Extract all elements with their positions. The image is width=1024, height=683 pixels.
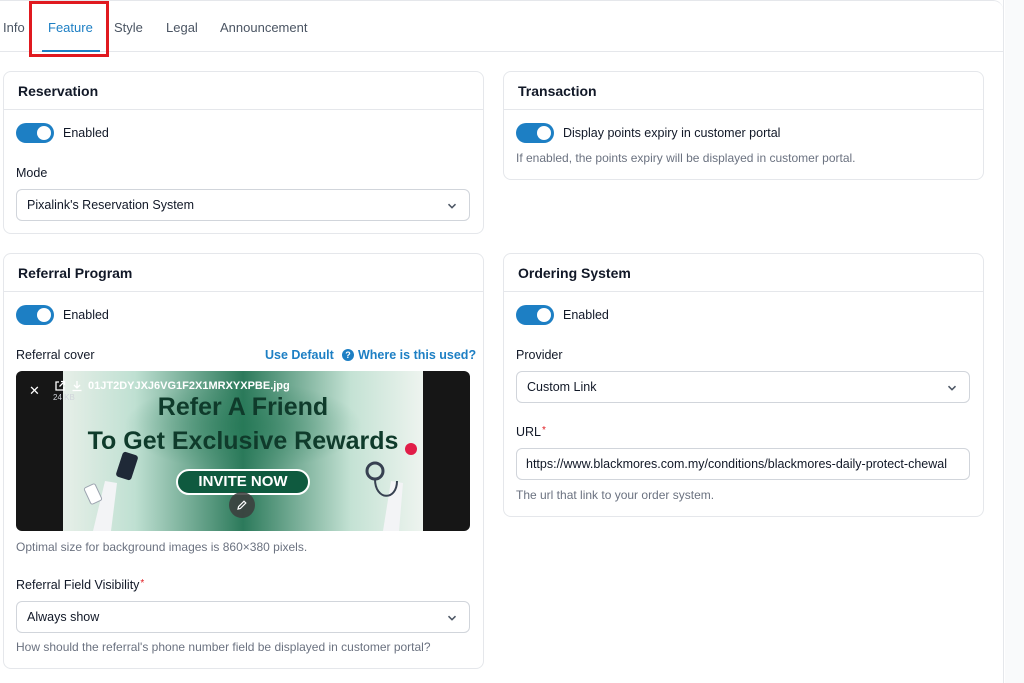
file-name: 01JT2DYJXJ6VG1F2X1MRXYXPBE.jpg [88, 380, 290, 392]
svg-text:?: ? [345, 350, 351, 360]
help-circle-icon[interactable]: ? [342, 349, 354, 361]
scroll-gutter [1005, 0, 1024, 683]
referral-toggle-row: Enabled [16, 305, 109, 325]
active-tab-indicator [42, 50, 100, 52]
toggle-knob [37, 308, 51, 322]
pencil-icon [237, 500, 247, 510]
referral-enabled-toggle[interactable] [16, 305, 54, 325]
points-expiry-help: If enabled, the points expiry will be di… [516, 151, 856, 165]
tab-info[interactable]: Info [3, 20, 25, 35]
settings-tabs: Info Feature Style Legal Announcement [0, 0, 1003, 52]
transaction-toggle-row: Display points expiry in customer portal [516, 123, 780, 143]
toggle-knob [537, 126, 551, 140]
referral-cover-preview: Refer A Friend To Get Exclusive Rewards … [16, 371, 470, 531]
transaction-card-title: Transaction [504, 72, 983, 110]
banner-headline-1: Refer A Friend [157, 393, 329, 421]
tab-announcement[interactable]: Announcement [220, 20, 307, 35]
toggle-knob [537, 308, 551, 322]
reservation-toggle-label: Enabled [63, 126, 109, 140]
use-default-link[interactable]: Use Default [265, 348, 334, 362]
ordering-enabled-toggle[interactable] [516, 305, 554, 325]
reservation-enabled-toggle[interactable] [16, 123, 54, 143]
reservation-mode-value: Pixalink's Reservation System [27, 198, 195, 212]
referral-card-title: Referral Program [4, 254, 483, 292]
url-label: URL* [516, 425, 546, 439]
referral-cover-label: Referral cover [16, 348, 95, 362]
file-size: 24 KB [53, 393, 75, 402]
chevron-down-icon [447, 615, 457, 621]
ordering-toggle-label: Enabled [563, 308, 609, 322]
chevron-down-icon [947, 385, 957, 391]
download-icon[interactable] [71, 380, 83, 392]
tab-feature[interactable]: Feature [48, 20, 93, 35]
referral-visibility-label: Referral Field Visibility* [16, 578, 144, 592]
referral-toggle-label: Enabled [63, 308, 109, 322]
where-used-link[interactable]: Where is this used? [358, 348, 476, 362]
provider-label: Provider [516, 348, 563, 362]
points-expiry-toggle[interactable] [516, 123, 554, 143]
reservation-toggle-row: Enabled [16, 123, 109, 143]
required-asterisk: * [140, 578, 145, 589]
reservation-card-title: Reservation [4, 72, 483, 110]
tab-style[interactable]: Style [114, 20, 143, 35]
ordering-toggle-row: Enabled [516, 305, 609, 325]
points-expiry-toggle-label: Display points expiry in customer portal [563, 126, 781, 140]
tab-legal[interactable]: Legal [166, 20, 198, 35]
cover-size-help: Optimal size for background images is 86… [16, 540, 308, 554]
ordering-card-title: Ordering System [504, 254, 983, 292]
open-external-icon[interactable] [54, 380, 66, 392]
remove-file-button[interactable]: ✕ [29, 383, 40, 399]
provider-select[interactable]: Custom Link [516, 371, 970, 403]
referral-visibility-help: How should the referral's phone number f… [16, 640, 431, 654]
referral-visibility-value: Always show [27, 610, 100, 624]
url-help: The url that link to your order system. [516, 488, 715, 502]
referral-visibility-label-text: Referral Field Visibility [16, 578, 140, 592]
toggle-knob [37, 126, 51, 140]
reservation-mode-label: Mode [16, 166, 48, 180]
referral-visibility-select[interactable]: Always show [16, 601, 470, 633]
provider-value: Custom Link [527, 380, 597, 394]
required-asterisk: * [542, 425, 546, 436]
banner-headline-2: To Get Exclusive Rewards [87, 427, 399, 455]
reservation-mode-select[interactable]: Pixalink's Reservation System [16, 189, 470, 221]
edit-image-button[interactable] [229, 492, 255, 518]
url-input[interactable] [516, 448, 970, 480]
chevron-down-icon [447, 203, 457, 209]
url-label-text: URL [516, 425, 542, 439]
